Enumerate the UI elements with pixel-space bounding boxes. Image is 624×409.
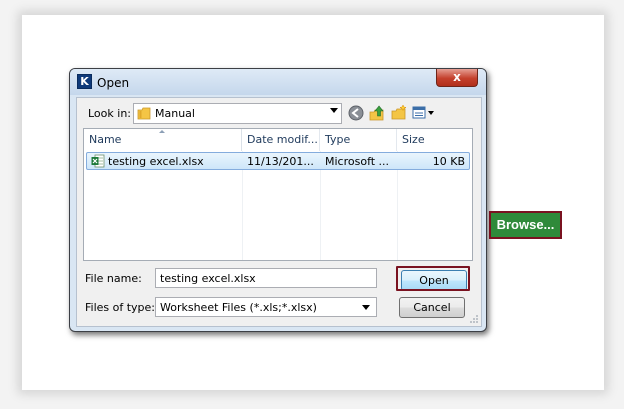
app-icon: K	[77, 74, 92, 89]
dialog-title: Open	[97, 76, 130, 90]
filename-field[interactable]: testing excel.xlsx	[155, 268, 377, 288]
file-date: 11/13/201...	[247, 155, 314, 168]
filename-label: File name:	[85, 272, 142, 285]
filename-value: testing excel.xlsx	[160, 272, 256, 285]
file-name: testing excel.xlsx	[108, 155, 204, 168]
cancel-button[interactable]: Cancel	[399, 297, 465, 318]
close-icon: x	[453, 70, 461, 84]
sort-ascending-icon	[159, 130, 165, 133]
file-row[interactable]: testing excel.xlsx 11/13/201... Microsof…	[86, 152, 470, 170]
file-type: Microsoft ...	[325, 155, 390, 168]
browse-button[interactable]: Browse...	[489, 211, 562, 239]
excel-file-icon	[91, 154, 105, 168]
file-list[interactable]: Name Date modif... Type Size testing exc…	[83, 128, 473, 261]
new-folder-icon[interactable]	[390, 104, 408, 122]
filetype-label: Files of type:	[85, 301, 156, 314]
up-folder-icon[interactable]	[368, 104, 386, 122]
chevron-down-icon[interactable]	[330, 108, 338, 113]
folder-icon	[137, 107, 151, 120]
column-header-date[interactable]: Date modif...	[242, 129, 320, 151]
lookin-value: Manual	[155, 107, 195, 120]
file-size: 10 KB	[432, 155, 465, 168]
file-list-header: Name Date modif... Type Size	[84, 129, 472, 151]
close-button[interactable]: x	[436, 69, 478, 87]
lookin-dropdown[interactable]: Manual	[133, 103, 342, 124]
browse-button-label: Browse...	[491, 213, 560, 237]
column-header-type[interactable]: Type	[320, 129, 397, 151]
filetype-value: Worksheet Files (*.xls;*.xlsx)	[160, 301, 317, 314]
resize-grip-icon[interactable]	[469, 314, 479, 324]
views-menu-icon[interactable]	[412, 104, 436, 122]
filetype-dropdown[interactable]: Worksheet Files (*.xls;*.xlsx)	[155, 297, 377, 317]
open-button-highlight	[396, 266, 470, 291]
open-dialog: K Open x Look in: Manual Name Date modif…	[69, 68, 487, 332]
chevron-down-icon[interactable]	[362, 305, 370, 310]
dialog-body: Look in: Manual Name Date modif... Type …	[76, 97, 482, 327]
column-header-size[interactable]: Size	[397, 129, 473, 151]
title-bar[interactable]: K Open x	[70, 69, 486, 95]
back-icon[interactable]	[347, 104, 365, 122]
lookin-label: Look in:	[88, 107, 131, 120]
